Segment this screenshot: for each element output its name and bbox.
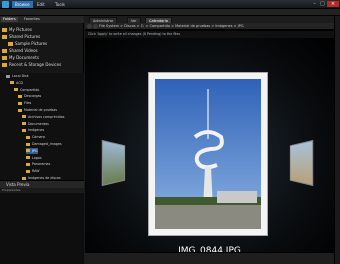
tree-node-label: Local Disk	[12, 74, 29, 78]
tree-node[interactable]: Files	[18, 100, 31, 106]
close-icon[interactable]: ×	[327, 1, 339, 7]
sidebar-tabs: Folders Favorites	[0, 16, 84, 23]
tree-node-label: Cámara	[32, 135, 45, 140]
tree-node-label: Logos	[32, 155, 42, 160]
photo-image	[155, 79, 261, 229]
folder-icon	[18, 108, 22, 112]
tree-node[interactable]: Documentos	[22, 121, 49, 127]
preview-subtitle[interactable]: Propiedades	[0, 188, 84, 193]
folder-icon	[2, 56, 7, 60]
tab-folders[interactable]: Folders	[1, 17, 18, 22]
favorite-label: Shared Videos	[9, 48, 38, 53]
back-icon[interactable]	[87, 24, 92, 29]
main-pane: Administrar Ver Calendario File System >…	[85, 16, 334, 264]
favorite-my-documents[interactable]: My Documents	[2, 54, 39, 61]
folder-icon	[22, 128, 26, 132]
tree-node[interactable]: Cámara	[26, 134, 45, 140]
title-bar: Browse Edit Tools – □ ×	[0, 0, 340, 9]
tree-node[interactable]: Imágenes	[22, 127, 44, 133]
folder-icon	[26, 169, 30, 173]
view-tabs: Administrar Ver Calendario	[85, 16, 334, 23]
folder-icon	[26, 156, 30, 160]
folder-icon	[18, 101, 22, 105]
folder-icon	[8, 42, 13, 46]
favorite-label: Shared Pictures	[9, 34, 41, 39]
tree-node[interactable]: JPG	[26, 147, 38, 154]
folder-icon	[22, 122, 26, 126]
tree-node-label: RAW	[32, 169, 40, 174]
folder-icon	[14, 88, 18, 92]
folder-icon	[10, 81, 14, 85]
tree-node-label: JPG	[32, 148, 38, 153]
tree-node[interactable]: Panoramas	[26, 161, 50, 167]
tree-node[interactable]: Archivos comprimidos	[22, 114, 64, 120]
folder-icon	[6, 74, 10, 78]
favorite-shared-videos[interactable]: Shared Videos	[2, 47, 38, 54]
tree-node[interactable]: RAW	[26, 168, 40, 174]
tree-node-label: ACD	[16, 80, 24, 85]
folder-icon	[2, 28, 7, 32]
favorite-label: Sample Pictures	[15, 41, 48, 46]
forward-icon[interactable]	[93, 24, 98, 29]
mode-tab-tools[interactable]: Tools	[52, 1, 68, 8]
folder-icon	[2, 35, 7, 39]
tree-node-label: Material de pruebas	[24, 108, 58, 112]
favorite-recent-storage[interactable]: Recent & Storage Devices	[2, 61, 61, 68]
folder-icon	[26, 142, 30, 146]
flip-view-stage: IMG_0844.JPG	[85, 38, 334, 256]
folder-icon	[26, 135, 30, 139]
pending-changes-bar: Click 'Apply' to write all changes (0 Pe…	[85, 31, 334, 38]
app-logo-icon	[2, 1, 9, 8]
folder-icon	[2, 63, 7, 67]
tree-node[interactable]: Descargas	[18, 93, 41, 99]
favorite-sample-pictures[interactable]: Sample Pictures	[8, 40, 47, 47]
preview-title: Vista Previa	[0, 181, 84, 188]
sidebar: Folders Favorites My Pictures Shared Pic…	[0, 16, 84, 264]
status-bar	[85, 252, 334, 264]
tree-node-label: Panoramas	[32, 162, 51, 167]
maximize-icon[interactable]: □	[319, 1, 326, 7]
app-window: Browse Edit Tools – □ × Folders Favorite…	[0, 0, 340, 264]
favorite-label: Recent & Storage Devices	[9, 62, 62, 67]
tree-node-label: Descargas	[24, 94, 42, 99]
favorite-label: My Documents	[9, 55, 39, 60]
tab-favorites[interactable]: Favorites	[22, 17, 42, 22]
favorite-my-pictures[interactable]: My Pictures	[2, 26, 32, 33]
tree-node[interactable]: Compartido	[14, 87, 39, 93]
menu-bar	[0, 9, 340, 16]
tower-photo-icon	[155, 79, 261, 229]
tree-node-label: Imágenes	[28, 128, 45, 133]
tree-node-label: Files	[24, 101, 32, 106]
minimize-icon[interactable]: –	[311, 1, 318, 7]
favorite-label: My Pictures	[9, 27, 32, 32]
tree-node-label: Documentos	[28, 121, 49, 126]
tree-node-label: Compartido	[20, 87, 40, 92]
mode-tab-edit[interactable]: Edit	[34, 1, 48, 8]
favorite-shared-pictures[interactable]: Shared Pictures	[2, 33, 40, 40]
tree-node[interactable]: Material de pruebas	[18, 107, 57, 113]
tree-node[interactable]: ACD	[10, 80, 23, 86]
tree-node[interactable]: Local Disk	[6, 73, 29, 79]
breadcrumb[interactable]: File System > Discos > C: > Compartido >…	[85, 23, 334, 30]
breadcrumb-path: File System > Discos > C: > Compartido >…	[99, 24, 244, 28]
mode-tab-browse[interactable]: Browse	[12, 1, 33, 8]
previous-photo-thumbnail[interactable]	[101, 139, 126, 187]
folder-icon	[2, 49, 7, 53]
tree-node-label: Damaged_images	[32, 142, 62, 146]
folder-icon	[22, 115, 26, 119]
right-panel-strip	[334, 16, 340, 264]
tree-node[interactable]: Logos	[26, 155, 42, 161]
current-photo[interactable]	[148, 72, 268, 236]
next-photo-thumbnail[interactable]	[289, 139, 314, 187]
folder-icon	[26, 162, 30, 166]
preview-pane: Vista Previa Propiedades	[0, 180, 84, 264]
tree-node-label: Archivos comprimidos	[28, 114, 65, 119]
folder-icon	[18, 94, 22, 98]
folder-icon	[26, 149, 30, 153]
tree-node[interactable]: Damaged_images	[26, 141, 62, 147]
